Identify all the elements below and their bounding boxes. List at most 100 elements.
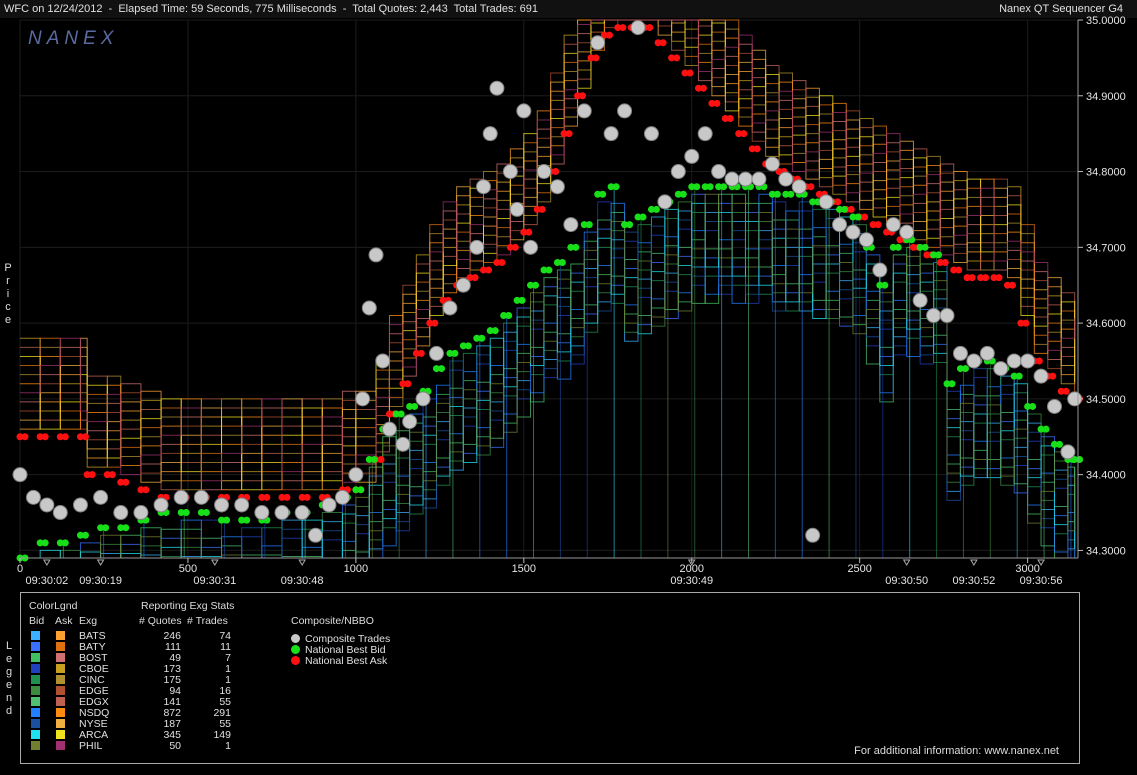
exchange-name: PHIL: [79, 740, 103, 752]
trade-point: [590, 35, 606, 51]
ask-point: [1022, 319, 1030, 327]
y-tick-label: 34.9000: [1086, 91, 1126, 103]
footer-note: For additional information: www.nanex.ne…: [854, 745, 1059, 757]
bid-swatch: [31, 664, 40, 673]
bid-point: [841, 205, 849, 213]
trade-point: [979, 345, 995, 361]
bid-point: [787, 190, 795, 198]
bid-point: [505, 312, 513, 320]
bid-point: [935, 251, 943, 259]
trade-point: [684, 148, 700, 164]
trade-point: [25, 489, 41, 505]
bid-point: [599, 190, 607, 198]
trade-point: [234, 497, 250, 513]
legend-dot: [291, 634, 300, 643]
bid-swatch: [31, 708, 40, 717]
ask-point: [955, 266, 963, 274]
bid-point: [720, 183, 728, 191]
ask-point: [605, 31, 613, 39]
time-marker: [902, 559, 911, 566]
bid-point: [464, 342, 472, 350]
trade-point: [724, 171, 740, 187]
ask-point: [498, 258, 506, 266]
plot-area: [20, 20, 1078, 558]
trade-point: [764, 156, 780, 172]
ask-swatch: [56, 686, 65, 695]
trade-point: [966, 353, 982, 369]
bid-point: [437, 365, 445, 373]
ask-point: [303, 493, 311, 501]
bid-point: [122, 524, 130, 532]
trade-point: [711, 164, 727, 180]
trades-header: # Trades: [187, 615, 228, 627]
ask-point: [142, 486, 150, 494]
trade-point: [872, 262, 888, 278]
y-tick-label: 34.7000: [1086, 242, 1126, 254]
trade-point: [113, 505, 129, 521]
ask-point: [1062, 387, 1070, 395]
trade-point: [395, 436, 411, 452]
ask-point: [807, 183, 815, 191]
trade-point: [214, 497, 230, 513]
trade-point: [576, 103, 592, 119]
ask-point: [726, 115, 734, 123]
ask-point: [834, 198, 842, 206]
trade-point: [153, 497, 169, 513]
trade-count: 1: [225, 740, 231, 752]
trade-point: [381, 421, 397, 437]
trade-point: [845, 224, 861, 240]
trade-point: [818, 194, 834, 210]
x-tick-label: 2500: [847, 563, 871, 575]
ask-point: [982, 274, 990, 282]
bid-swatch: [31, 697, 40, 706]
bid-swatch: [31, 741, 40, 750]
time-label: 09:30:52: [952, 575, 995, 587]
ask-swatch: [56, 730, 65, 739]
ask-point: [619, 24, 627, 32]
trade-point: [737, 171, 753, 187]
legend-side-label: Legend: [5, 640, 13, 717]
ask-point: [88, 471, 96, 479]
y-tick-label: 34.3000: [1086, 545, 1126, 557]
trade-point: [173, 489, 189, 505]
exchange-header: Exg: [79, 615, 98, 627]
ask-point: [861, 213, 869, 221]
nanex-watermark: NANEX: [28, 28, 118, 49]
bid-point: [370, 455, 378, 463]
trade-point: [1006, 353, 1022, 369]
composite-header: Composite/NBBO: [291, 615, 374, 627]
bid-swatch: [31, 730, 40, 739]
trade-point: [939, 308, 955, 324]
trade-point: [643, 126, 659, 142]
ask-point: [1035, 357, 1043, 365]
ask-point: [847, 205, 855, 213]
bid-point: [397, 410, 405, 418]
bid-point: [357, 486, 365, 494]
trade-point: [630, 20, 646, 36]
trade-point: [368, 247, 384, 263]
bid-point: [1076, 455, 1084, 463]
trade-point: [12, 467, 28, 483]
ask-point: [740, 130, 748, 138]
trade-point: [476, 179, 492, 195]
ask-header: Ask: [55, 615, 73, 627]
ask-swatch: [56, 664, 65, 673]
ask-point: [874, 221, 882, 229]
bid-point: [612, 183, 620, 191]
ask-point: [673, 54, 681, 62]
ask-point: [21, 433, 29, 441]
y-tick-label: 34.5000: [1086, 394, 1126, 406]
ask-point: [61, 433, 69, 441]
trade-point: [482, 126, 498, 142]
time-label: 09:30:02: [25, 575, 68, 587]
time-marker: [96, 559, 105, 566]
time-label: 09:30:56: [1020, 575, 1063, 587]
trade-point: [952, 345, 968, 361]
time-label: 09:30:49: [670, 575, 713, 587]
trade-point: [523, 239, 539, 255]
bid-point: [639, 213, 647, 221]
trade-point: [348, 467, 364, 483]
bid-point: [921, 243, 929, 251]
trade-point: [442, 300, 458, 316]
bid-point: [854, 213, 862, 221]
